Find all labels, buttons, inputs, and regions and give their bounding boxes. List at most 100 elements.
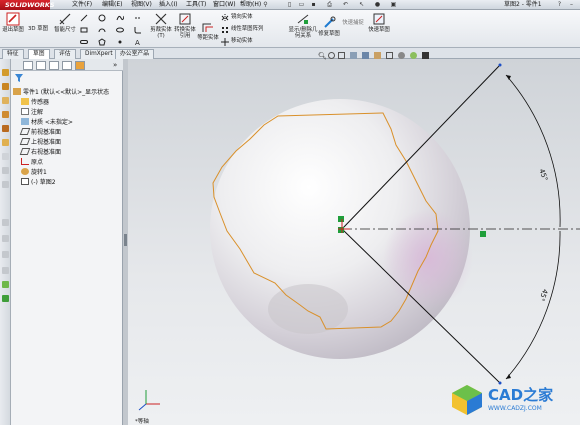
tree-item-part[interactable]: 零件1 (默认<<默认>_显示状态 bbox=[13, 88, 109, 97]
polygon-icon[interactable] bbox=[98, 38, 106, 46]
repair-sketch-button[interactable]: 修复草图 bbox=[318, 16, 340, 37]
tree-item-front-plane[interactable]: 前视基准面 bbox=[19, 128, 61, 137]
display-relations-button[interactable]: 显示/删除几何关系 bbox=[288, 12, 318, 39]
arc-icon[interactable] bbox=[98, 26, 106, 34]
tab-features[interactable]: 特征 bbox=[2, 49, 24, 59]
fillet-icon[interactable] bbox=[134, 26, 142, 34]
graphics-area[interactable]: 45° 45° bbox=[128, 59, 580, 425]
fillet-feature-icon[interactable] bbox=[2, 139, 9, 146]
tree-item-revolve[interactable]: 旋转1 bbox=[21, 168, 47, 177]
linear-pattern-icon[interactable] bbox=[221, 26, 229, 34]
smart-dimension-button[interactable]: 智能尺寸 bbox=[54, 12, 76, 33]
wrap-icon[interactable] bbox=[2, 267, 9, 274]
display-style-icon[interactable] bbox=[374, 52, 381, 59]
tree-item-material[interactable]: 材质 <未指定> bbox=[21, 118, 73, 127]
menu-file[interactable]: 文件(F) bbox=[72, 1, 92, 9]
extrude-icon[interactable] bbox=[2, 69, 9, 76]
section-view-icon[interactable] bbox=[350, 52, 357, 59]
zoom-fit-icon[interactable]: 🔍︎ bbox=[318, 52, 327, 60]
filter-icon[interactable] bbox=[15, 74, 23, 82]
tree-item-sensors[interactable]: 传感器 bbox=[21, 98, 49, 107]
view-orientation-icon[interactable] bbox=[362, 52, 369, 59]
tab-office-products[interactable]: 办公室产品 bbox=[115, 49, 154, 59]
relation-icon[interactable] bbox=[338, 227, 344, 233]
tree-item-origin[interactable]: 原点 bbox=[21, 158, 43, 167]
mirror-feature-icon[interactable] bbox=[2, 251, 9, 258]
trim-entities-button[interactable]: 剪裁实体(T) bbox=[148, 12, 174, 39]
menu-view[interactable]: 视图(V) bbox=[131, 1, 152, 9]
view-settings-icon[interactable] bbox=[422, 52, 429, 59]
mirror-label[interactable]: 镜向实体 bbox=[231, 14, 253, 21]
point-icon[interactable] bbox=[116, 38, 124, 46]
slot-icon[interactable] bbox=[80, 38, 88, 46]
pattern-icon[interactable] bbox=[2, 235, 9, 242]
centerline-icon[interactable] bbox=[134, 14, 142, 22]
revolve-icon[interactable] bbox=[2, 83, 9, 90]
tree-item-annotations[interactable]: 注解 bbox=[21, 108, 43, 117]
exit-sketch-button[interactable]: 退出草图 bbox=[2, 12, 24, 33]
minimize-icon[interactable]: – bbox=[568, 1, 575, 8]
sweep-icon[interactable] bbox=[2, 97, 9, 104]
dimension-arc-top[interactable] bbox=[505, 74, 561, 228]
tab-dimxpert[interactable]: DimXpert bbox=[80, 49, 118, 59]
chamfer-icon[interactable] bbox=[2, 153, 9, 160]
save-icon[interactable]: ▪ bbox=[310, 1, 317, 8]
shell-icon[interactable] bbox=[2, 181, 9, 188]
rebuild-icon[interactable]: ● bbox=[374, 1, 381, 8]
spline-icon[interactable] bbox=[116, 14, 124, 22]
curves-icon[interactable] bbox=[2, 295, 9, 302]
tab-evaluate[interactable]: 评估 bbox=[54, 49, 76, 59]
text-icon[interactable]: A bbox=[134, 38, 142, 46]
quick-snaps-button[interactable]: 快速捕捉 bbox=[342, 20, 364, 26]
endpoint-top[interactable] bbox=[498, 63, 502, 67]
relation-icon[interactable] bbox=[480, 231, 486, 237]
linear-pattern-label[interactable]: 线性草图阵列 bbox=[231, 26, 263, 33]
tree-item-sketch2[interactable]: (-) 草图2 bbox=[21, 178, 56, 187]
tree-item-right-plane[interactable]: 右视基准面 bbox=[19, 148, 61, 157]
convert-entities-button[interactable]: 转换实体引用 bbox=[172, 12, 198, 39]
appearance-icon[interactable] bbox=[398, 52, 405, 59]
config-tab-icon[interactable] bbox=[49, 61, 59, 70]
cut-icon[interactable] bbox=[2, 125, 9, 132]
draft-icon[interactable] bbox=[2, 219, 9, 226]
select-icon[interactable]: ↖ bbox=[358, 1, 365, 8]
menu-window[interactable]: 窗口(W) bbox=[213, 1, 236, 9]
rib-icon[interactable] bbox=[2, 167, 9, 174]
scene-icon[interactable] bbox=[410, 52, 417, 59]
dimxpert-tab-icon[interactable] bbox=[62, 61, 72, 70]
reference-icon[interactable] bbox=[2, 281, 9, 288]
menu-insert[interactable]: 插入(I) bbox=[159, 1, 177, 9]
new-doc-icon[interactable]: ▯ bbox=[286, 1, 293, 8]
display-tab-icon[interactable] bbox=[75, 61, 85, 70]
tree-item-top-plane[interactable]: 上视基准面 bbox=[19, 138, 61, 147]
loft-icon[interactable] bbox=[2, 111, 9, 118]
splitter-grip[interactable] bbox=[124, 234, 127, 246]
help-icon[interactable]: ? bbox=[556, 1, 563, 8]
print-icon[interactable]: ⎙ bbox=[326, 1, 333, 8]
menu-help[interactable]: 帮助(H) bbox=[240, 1, 261, 9]
rapid-sketch-button[interactable]: 快速草图 bbox=[368, 12, 390, 33]
ellipse-icon[interactable] bbox=[116, 26, 124, 34]
relation-icon[interactable] bbox=[338, 216, 344, 222]
sketch-3d-button[interactable]: 3D 草图 bbox=[26, 26, 50, 32]
line-icon[interactable] bbox=[80, 14, 88, 22]
dimension-arc-bottom[interactable] bbox=[505, 230, 561, 380]
model-view[interactable] bbox=[128, 59, 580, 425]
feature-tree-tab-icon[interactable] bbox=[23, 61, 33, 70]
mirror-icon[interactable] bbox=[221, 14, 229, 22]
rectangle-icon[interactable] bbox=[80, 26, 88, 34]
pin-icon[interactable]: ⚲ bbox=[262, 1, 269, 8]
circle-icon[interactable] bbox=[98, 14, 106, 22]
expand-arrow-icon[interactable]: » bbox=[113, 61, 117, 69]
options-icon[interactable]: ▣ bbox=[390, 1, 397, 8]
offset-entities-button[interactable]: 等距实体 bbox=[196, 20, 220, 41]
menu-tools[interactable]: 工具(T) bbox=[186, 1, 206, 9]
hide-show-icon[interactable] bbox=[386, 52, 393, 59]
previous-view-icon[interactable] bbox=[338, 52, 345, 59]
open-icon[interactable]: ▭ bbox=[298, 1, 305, 8]
move-icon[interactable] bbox=[221, 38, 229, 46]
undo-icon[interactable]: ↶ bbox=[342, 1, 349, 8]
zoom-area-icon[interactable] bbox=[328, 52, 335, 59]
tab-sketch[interactable]: 草图 bbox=[28, 49, 50, 59]
move-label[interactable]: 移动实体 bbox=[231, 38, 253, 45]
